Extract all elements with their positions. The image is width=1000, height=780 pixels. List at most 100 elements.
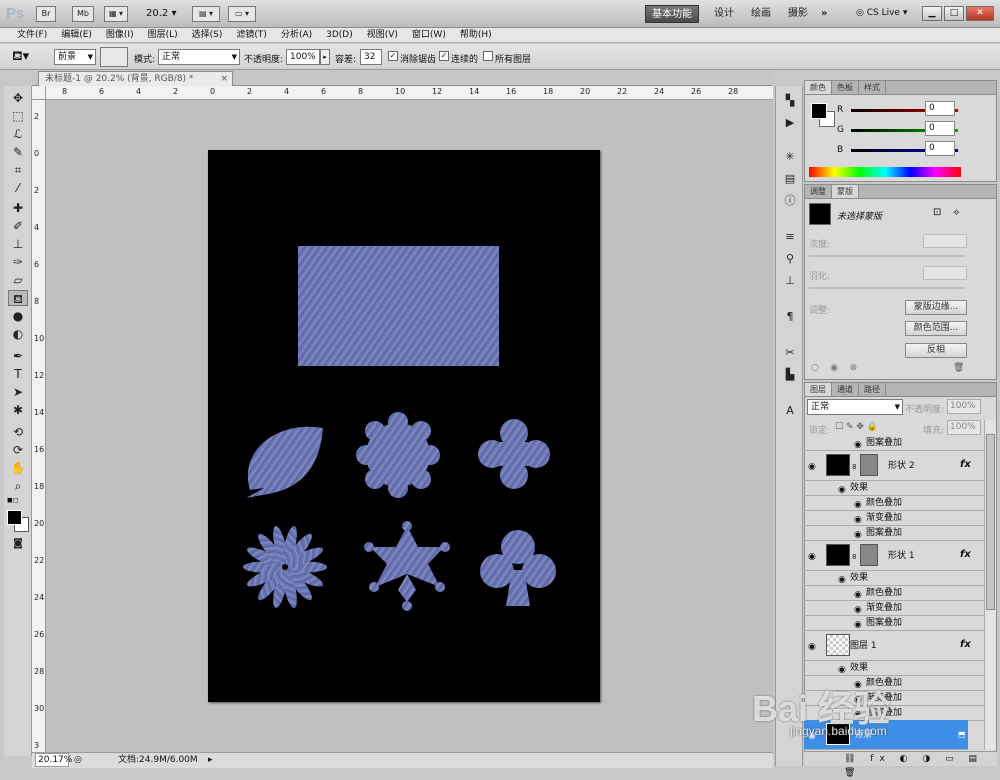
fill-input[interactable]: 100%	[947, 420, 981, 435]
eraser-tool-icon[interactable]: ▱	[8, 272, 28, 288]
clone-source-panel-icon[interactable]: ⚲	[780, 250, 800, 268]
move-tool-icon[interactable]: ✥	[8, 90, 28, 106]
zoom-tool-icon[interactable]: ⌕	[8, 478, 28, 494]
pixel-mask-icon[interactable]: ⊡	[933, 207, 941, 218]
pattern-picker[interactable]	[100, 47, 128, 67]
tolerance-input[interactable]: 32	[360, 49, 382, 65]
layer-row-shape-2[interactable]: ◉ 8 形状 2 fx	[804, 451, 984, 481]
tab-swatches[interactable]: 色板	[832, 81, 859, 94]
quick-mask-icon[interactable]: ◙	[8, 536, 28, 552]
close-tab-icon[interactable]: ×	[220, 72, 228, 86]
arrange-documents-dropdown[interactable]: ▤ ▾	[192, 6, 220, 22]
zoom-dropdown[interactable]: 20.2 ▾	[146, 8, 176, 19]
more-workspaces-button[interactable]: »	[815, 5, 833, 23]
visibility-eye-icon[interactable]: ◉	[838, 573, 846, 587]
visibility-eye-icon[interactable]: ◉	[854, 498, 862, 512]
layer-effect-row[interactable]: ◉ 渐变叠加	[804, 511, 984, 526]
3d-rotate-tool-icon[interactable]: ⟲	[8, 424, 28, 440]
hand-tool-icon[interactable]: ✋	[8, 460, 28, 476]
layer-opacity-input[interactable]: 100%	[947, 399, 981, 414]
menu-help[interactable]: 帮助(H)	[453, 28, 499, 42]
zoom-level-field[interactable]: 20.17%	[35, 753, 72, 767]
status-arrow-icon[interactable]: ▸	[208, 753, 213, 768]
channel-b-input[interactable]: 0	[925, 141, 955, 156]
eyedropper-tool-icon[interactable]: ⁄	[8, 180, 28, 196]
menu-layer[interactable]: 图层(L)	[141, 28, 185, 42]
workspace-painting[interactable]: 绘画	[745, 5, 777, 23]
ruler-origin[interactable]	[32, 86, 46, 100]
actions-panel-icon[interactable]: ▶	[780, 114, 800, 132]
visibility-eye-icon[interactable]: ◉	[854, 603, 862, 617]
menu-3d[interactable]: 3D(D)	[319, 28, 360, 42]
layer-effect-row[interactable]: ◉ 图案叠加	[804, 526, 984, 541]
marquee-tool-icon[interactable]: ⬚	[8, 108, 28, 124]
layer-effect-row[interactable]: ◉ 图案叠加	[804, 436, 984, 451]
path-selection-tool-icon[interactable]: ➤	[8, 384, 28, 400]
menu-view[interactable]: 视图(V)	[360, 28, 405, 42]
blur-tool-icon[interactable]: ●	[8, 308, 28, 324]
brush-panel-icon[interactable]: ≡	[780, 228, 800, 246]
blend-mode-dropdown[interactable]: 正常 ▼	[807, 399, 903, 415]
crop-tool-icon[interactable]: ⌗	[8, 162, 28, 178]
effects-group-row[interactable]: ◉ 效果	[804, 661, 984, 676]
document-canvas[interactable]	[208, 150, 600, 702]
visibility-eye-icon[interactable]: ◉	[808, 550, 816, 564]
feather-input[interactable]	[923, 266, 967, 280]
3d-panel-icon[interactable]: ✂	[780, 344, 800, 362]
layer-effect-row[interactable]: ◉ 颜色叠加	[804, 586, 984, 601]
history-panel-icon[interactable]: ▚	[780, 92, 800, 110]
paint-bucket-preset-icon[interactable]: ⛾▾	[12, 49, 29, 66]
tab-masks[interactable]: 蒙版	[832, 185, 859, 198]
channel-g-input[interactable]: 0	[925, 121, 955, 136]
close-button[interactable]: ✕	[966, 6, 994, 21]
brush-tool-icon[interactable]: ✐	[8, 218, 28, 234]
contiguous-checkbox[interactable]: ✓	[439, 51, 449, 61]
paragraph-panel-icon[interactable]: ¶	[780, 308, 800, 326]
default-colors-icon[interactable]: ◼◻	[7, 496, 19, 504]
view-extras-dropdown[interactable]: ▦ ▾	[104, 6, 128, 22]
horizontal-ruler[interactable]: 8 6 4 2 0 2 4 6 8 10 12 14 16 18 20 22 24 26 28	[46, 86, 773, 100]
type-tool-icon[interactable]: T	[8, 366, 28, 382]
clone-stamp-tool-icon[interactable]: ⊥	[8, 236, 28, 252]
workspace-essentials[interactable]: 基本功能	[645, 5, 699, 23]
layer-effect-row[interactable]: ◉ 图案叠加	[804, 616, 984, 631]
screen-mode-dropdown[interactable]: ▭ ▾	[228, 6, 256, 22]
vertical-ruler[interactable]: 2 0 2 4 6 8 10 12 14 16 18 20 22 24 26 28 30 3	[32, 100, 46, 752]
color-foreground-swatch[interactable]	[811, 103, 827, 119]
navigator-panel-icon[interactable]: ✳	[780, 148, 800, 166]
layers-footer-icons[interactable]: ⛓ fx ◐ ◑ ▭ ▤ 🗑	[804, 751, 997, 778]
mode-dropdown[interactable]: 正常 ▼	[158, 49, 240, 65]
mask-footer-icons[interactable]: ○ ◉ ⊗	[811, 363, 857, 373]
menu-edit[interactable]: 编辑(E)	[54, 28, 99, 42]
layer-effect-row[interactable]: ◉ 渐变叠加	[804, 601, 984, 616]
lasso-tool-icon[interactable]: ℒ	[8, 126, 28, 142]
healing-brush-tool-icon[interactable]: ✚	[8, 200, 28, 216]
workspace-photography[interactable]: 摄影	[782, 5, 814, 23]
color-range-button[interactable]: 颜色范围...	[905, 321, 967, 336]
status-menu-icon[interactable]: ◎	[74, 753, 82, 768]
visibility-eye-icon[interactable]: ◉	[808, 460, 816, 474]
tab-layers[interactable]: 图层	[805, 383, 832, 396]
fx-badge[interactable]: fx	[960, 548, 971, 562]
layer-row-layer-1[interactable]: ◉ 图层 1 fx	[804, 631, 984, 661]
visibility-eye-icon[interactable]: ◉	[854, 618, 862, 632]
tool-presets-panel-icon[interactable]: ⊥	[780, 272, 800, 290]
lock-icons[interactable]: ☐ ✎ ✥ 🔒	[835, 422, 878, 432]
density-slider[interactable]	[809, 255, 965, 257]
menu-select[interactable]: 选择(S)	[185, 28, 230, 42]
dodge-tool-icon[interactable]: ◐	[8, 326, 28, 342]
menu-analysis[interactable]: 分析(A)	[274, 28, 319, 42]
menu-filter[interactable]: 滤镜(T)	[229, 28, 274, 42]
visibility-eye-icon[interactable]: ◉	[838, 483, 846, 497]
cs-live-button[interactable]: ◎ CS Live ▾	[856, 8, 907, 18]
visibility-eye-icon[interactable]: ◉	[854, 528, 862, 542]
antialias-checkbox[interactable]: ✓	[388, 51, 398, 61]
fill-source-dropdown[interactable]: 前景 ▼	[54, 49, 96, 65]
layer-row-shape-1[interactable]: ◉ 8 形状 1 fx	[804, 541, 984, 571]
tab-styles[interactable]: 样式	[859, 81, 886, 94]
document-tab[interactable]: 未标题-1 @ 20.2% (背景, RGB/8) * ×	[38, 71, 233, 86]
fx-badge[interactable]: fx	[960, 458, 971, 472]
color-spectrum-bar[interactable]	[809, 167, 961, 177]
mini-bridge-button[interactable]: Mb	[72, 6, 94, 22]
visibility-eye-icon[interactable]: ◉	[854, 588, 862, 602]
